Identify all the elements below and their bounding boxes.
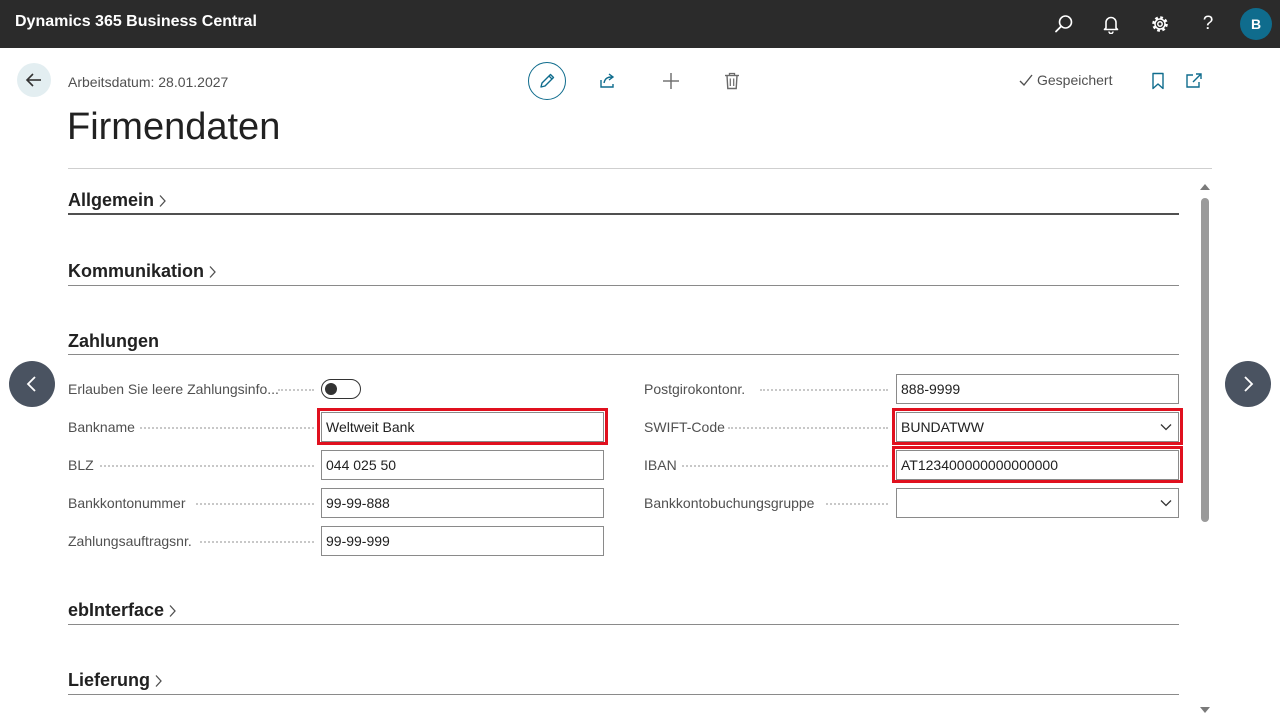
new-button[interactable] [660,70,682,92]
section-ebinterface-divider [68,624,1179,625]
leader-dots [196,503,314,505]
app-title[interactable]: Dynamics 365 Business Central [15,13,257,31]
blz-input[interactable]: 044 025 50 [321,450,604,480]
pencil-icon [540,73,555,88]
section-lieferung-divider [68,694,1179,695]
payment-order-number-label: Zahlungsauftragsnr. [68,533,192,549]
scroll-down-arrow[interactable] [1200,707,1210,713]
scrollbar-thumb[interactable] [1201,198,1209,522]
section-kommunikation-divider [68,285,1179,286]
toggle-knob [325,383,337,395]
bookmark-button[interactable] [1147,70,1169,92]
bank-name-label: Bankname [68,419,135,435]
allow-blank-payment-info-toggle[interactable] [321,379,361,399]
chevron-right-icon [169,604,176,617]
edit-button[interactable] [528,62,566,100]
section-allgemein[interactable]: Allgemein [68,190,167,211]
highlight-box [317,408,608,445]
section-zahlungen-divider [68,354,1179,355]
section-lieferung[interactable]: Lieferung [68,670,163,691]
chevron-down-icon [1160,500,1172,507]
leader-dots [200,541,314,543]
section-ebinterface-label: ebInterface [68,600,165,620]
share-icon [600,73,615,88]
highlight-box [892,408,1183,445]
bank-account-number-input[interactable]: 99-99-888 [321,488,604,518]
chevron-right-icon [209,265,216,278]
bank-account-number-label: Bankkontonummer [68,495,186,511]
delete-button[interactable] [721,70,743,92]
allow-blank-payment-info-label: Erlauben Sie leere Zahlungsinfo... [68,381,279,397]
leader-dots [760,389,888,391]
leader-dots [728,427,888,429]
saved-status: Gespeichert [1018,72,1112,88]
page-title: Firmendaten [67,106,281,148]
section-zahlungen[interactable]: Zahlungen [68,331,159,352]
leader-dots [100,465,314,467]
section-zahlungen-label: Zahlungen [68,331,159,351]
bank-account-posting-group-select[interactable] [896,488,1179,518]
section-allgemein-divider [68,213,1179,215]
help-icon[interactable]: ? [1196,12,1220,36]
leader-dots [826,503,888,505]
bookmark-icon [1152,72,1164,90]
section-kommunikation-label: Kommunikation [68,261,205,281]
user-avatar[interactable]: B [1240,8,1272,40]
gear-icon[interactable] [1148,12,1172,36]
section-kommunikation[interactable]: Kommunikation [68,261,217,282]
plus-icon [663,73,679,89]
saved-label: Gespeichert [1037,72,1113,88]
scroll-up-arrow[interactable] [1200,184,1210,190]
leader-dots [278,389,314,391]
next-record-button[interactable] [1225,361,1271,407]
app-bar: Dynamics 365 Business Central ? B [0,0,1280,48]
open-in-new-icon [1186,73,1202,88]
section-ebinterface[interactable]: ebInterface [68,600,177,621]
highlight-box [892,446,1183,483]
chevron-left-icon [26,376,36,392]
payment-order-number-input[interactable]: 99-99-999 [321,526,604,556]
work-date[interactable]: Arbeitsdatum: 28.01.2027 [68,74,228,90]
swift-code-label: SWIFT-Code [644,419,725,435]
section-allgemein-label: Allgemein [68,190,155,210]
search-icon[interactable] [1052,12,1076,36]
leader-dots [682,465,888,467]
trash-icon [725,72,739,90]
bank-account-posting-group-label: Bankkontobuchungsgruppe [644,495,815,511]
section-lieferung-label: Lieferung [68,670,151,690]
previous-record-button[interactable] [9,361,55,407]
back-button[interactable] [17,63,51,97]
title-divider [68,168,1212,169]
bell-icon[interactable] [1099,12,1123,36]
checkmark-icon [1019,74,1033,87]
giro-account-input[interactable]: 888-9999 [896,374,1179,404]
chevron-right-icon [155,674,162,687]
share-button[interactable] [597,70,619,92]
open-new-window-button[interactable] [1183,70,1205,92]
iban-label: IBAN [644,457,677,473]
chevron-right-icon [1244,376,1254,392]
arrow-left-icon [25,73,41,87]
chevron-right-icon [159,194,166,207]
leader-dots [140,427,314,429]
giro-account-label: Postgirokontonr. [644,381,746,397]
blz-label: BLZ [68,457,94,473]
